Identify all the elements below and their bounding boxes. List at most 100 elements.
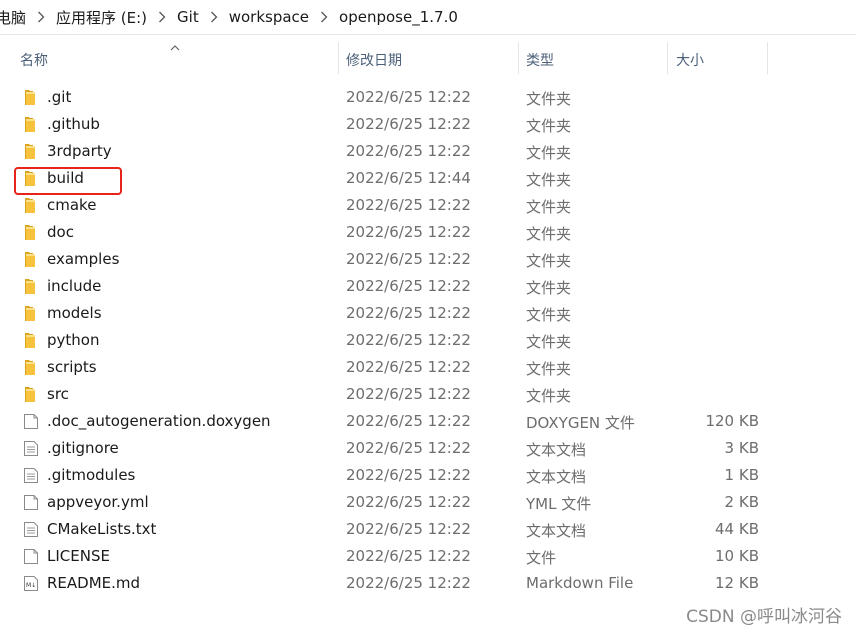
folder-row[interactable]: doc 2022/6/25 12:22 文件夹 [0,219,856,246]
folder-row[interactable]: .github 2022/6/25 12:22 文件夹 [0,111,856,138]
folder-icon [23,386,39,403]
file-date: 2022/6/25 12:22 [346,574,471,592]
file-date: 2022/6/25 12:22 [346,547,471,565]
folder-row[interactable]: cmake 2022/6/25 12:22 文件夹 [0,192,856,219]
file-type: YML 文件 [526,495,592,513]
folder-row[interactable]: src 2022/6/25 12:22 文件夹 [0,381,856,408]
file-type: DOXYGEN 文件 [526,414,635,432]
breadcrumb: 电脑 应用程序 (E:) Git workspace openpose_1.7.… [0,0,856,35]
file-size: 120 KB [705,412,759,430]
file-date: 2022/6/25 12:22 [346,331,471,349]
folder-row[interactable]: python 2022/6/25 12:22 文件夹 [0,327,856,354]
file-date: 2022/6/25 12:22 [346,385,471,403]
column-header-name[interactable]: 名称 [20,50,48,70]
file-type: 文件夹 [526,387,572,405]
column-divider[interactable] [767,42,768,74]
folder-icon [23,89,39,106]
folder-row[interactable]: build 2022/6/25 12:44 文件夹 [0,165,856,192]
file-date: 2022/6/25 12:22 [346,196,471,214]
file-type: 文件夹 [526,279,572,297]
folder-row[interactable]: examples 2022/6/25 12:22 文件夹 [0,246,856,273]
file-type: 文件夹 [526,360,572,378]
folder-row[interactable]: include 2022/6/25 12:22 文件夹 [0,273,856,300]
folder-row[interactable]: scripts 2022/6/25 12:22 文件夹 [0,354,856,381]
file-icon [23,548,39,565]
file-name: doc [47,223,74,241]
file-type: Markdown File [526,574,634,592]
chevron-right-icon[interactable] [313,11,335,23]
folder-icon [23,278,39,295]
breadcrumb-item-drive[interactable]: 应用程序 (E:) [52,7,151,28]
file-row[interactable]: M↓ README.md 2022/6/25 12:22 Markdown File 1… [0,570,856,597]
breadcrumb-item-workspace[interactable]: workspace [225,8,313,26]
file-type: 文件夹 [526,306,572,324]
markdown-file-icon: M↓ [23,575,39,592]
file-type: 文件夹 [526,117,572,135]
file-type: 文件夹 [526,225,572,243]
folder-icon [23,359,39,376]
column-header-date[interactable]: 修改日期 [346,50,402,70]
file-date: 2022/6/25 12:22 [346,412,471,430]
file-size: 10 KB [715,547,759,565]
file-date: 2022/6/25 12:22 [346,115,471,133]
breadcrumb-item-git[interactable]: Git [173,8,203,26]
breadcrumb-item-openpose[interactable]: openpose_1.7.0 [335,8,462,26]
file-date: 2022/6/25 12:22 [346,277,471,295]
folder-row[interactable]: 3rdparty 2022/6/25 12:22 文件夹 [0,138,856,165]
file-row[interactable]: CMakeLists.txt 2022/6/25 12:22 文本文档 44 KB [0,516,856,543]
folder-icon [23,305,39,322]
chevron-right-icon[interactable] [151,11,173,23]
file-row[interactable]: appveyor.yml 2022/6/25 12:22 YML 文件 2 KB [0,489,856,516]
file-name: LICENSE [47,547,110,565]
file-row[interactable]: LICENSE 2022/6/25 12:22 文件 10 KB [0,543,856,570]
file-type: 文件夹 [526,198,572,216]
file-type: 文本文档 [526,441,587,459]
column-divider[interactable] [667,42,668,74]
chevron-right-icon[interactable] [30,11,52,23]
text-file-icon [23,521,39,538]
column-divider[interactable] [518,42,519,74]
file-name: include [47,277,102,295]
file-row[interactable]: .doc_autogeneration.doxygen 2022/6/25 12:… [0,408,856,435]
file-type: 文本文档 [526,468,587,486]
file-type: 文件夹 [526,252,572,270]
highlight-box [14,167,122,195]
file-size: 12 KB [715,574,759,592]
watermark: CSDN @呼叫冰河谷 [686,607,842,627]
file-date: 2022/6/25 12:22 [346,223,471,241]
folder-icon [23,224,39,241]
file-date: 2022/6/25 12:22 [346,250,471,268]
chevron-right-icon[interactable] [203,11,225,23]
column-divider[interactable] [338,42,339,74]
file-name: 3rdparty [47,142,112,160]
file-name: .github [47,115,100,133]
column-header-row: 名称 修改日期 类型 大小 [0,40,856,78]
folder-icon [23,251,39,268]
folder-icon [23,116,39,133]
file-date: 2022/6/25 12:22 [346,88,471,106]
breadcrumb-item-computer[interactable]: 电脑 [0,7,30,28]
text-file-icon [23,440,39,457]
file-name: appveyor.yml [47,493,149,511]
file-date: 2022/6/25 12:44 [346,169,471,187]
file-type: 文本文档 [526,522,587,540]
folder-icon [23,332,39,349]
file-size: 3 KB [724,439,759,457]
file-type: 文件夹 [526,90,572,108]
column-header-type[interactable]: 类型 [526,50,554,70]
file-date: 2022/6/25 12:22 [346,520,471,538]
file-row[interactable]: .gitignore 2022/6/25 12:22 文本文档 3 KB [0,435,856,462]
folder-row[interactable]: .git 2022/6/25 12:22 文件夹 [0,84,856,111]
file-date: 2022/6/25 12:22 [346,304,471,322]
folder-icon [23,143,39,160]
text-file-icon [23,467,39,484]
file-size: 2 KB [724,493,759,511]
file-icon [23,494,39,511]
column-header-size[interactable]: 大小 [676,50,704,70]
file-name: .doc_autogeneration.doxygen [47,412,271,430]
file-type: 文件夹 [526,333,572,351]
file-type: 文件夹 [526,144,572,162]
file-row[interactable]: .gitmodules 2022/6/25 12:22 文本文档 1 KB [0,462,856,489]
file-name: scripts [47,358,97,376]
folder-row[interactable]: models 2022/6/25 12:22 文件夹 [0,300,856,327]
